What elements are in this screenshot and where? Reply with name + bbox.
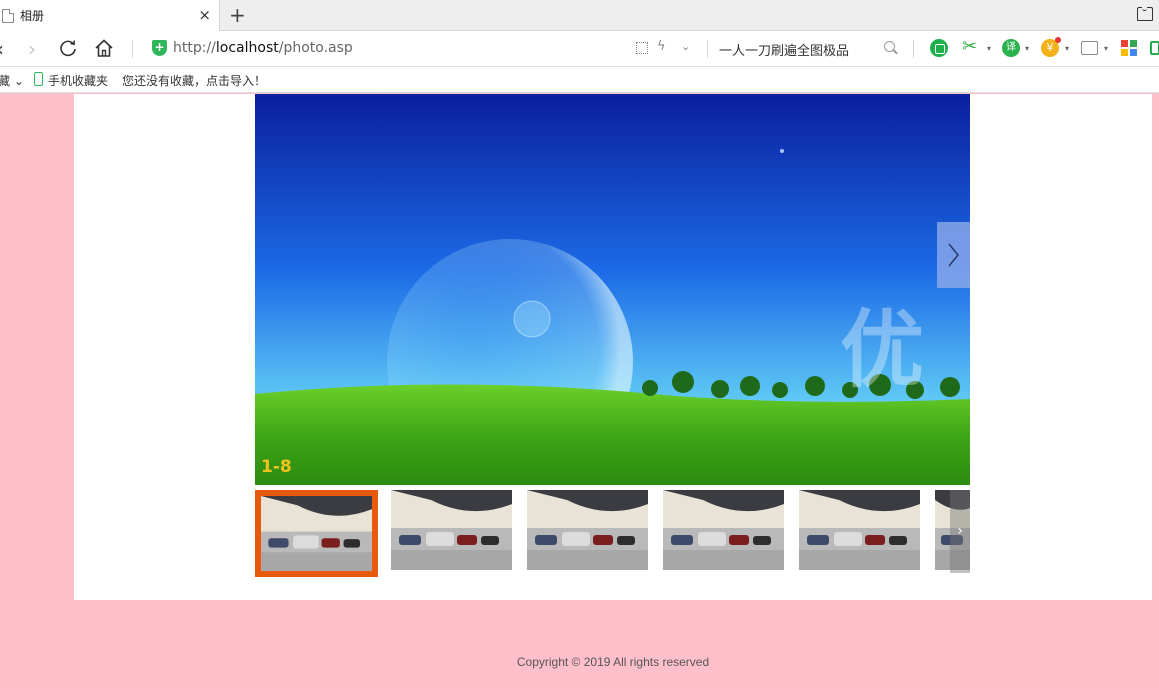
money-icon[interactable]: ¥ — [1041, 37, 1061, 57]
thumbnail-next-button[interactable]: › — [950, 490, 970, 573]
chevron-right-icon — [948, 243, 959, 267]
favorites-label: 藏 — [0, 74, 11, 88]
chat-extension-icon[interactable] — [930, 39, 948, 57]
chevron-down-icon[interactable]: ▾ — [1104, 44, 1108, 53]
next-slide-button[interactable] — [937, 222, 970, 288]
refresh-icon[interactable] — [58, 38, 78, 58]
bookmarks-bar: 藏 ⌄ 手机收藏夹 您还没有收藏，点击导入！ — [0, 67, 1159, 93]
thumbnail-1[interactable] — [255, 490, 378, 577]
chevron-down-icon[interactable]: ▾ — [987, 44, 991, 53]
forward-button[interactable]: › — [28, 37, 36, 61]
url-input[interactable]: http://localhost/photo.asp — [173, 40, 353, 56]
svg-text:优: 优 — [840, 301, 924, 399]
thumbnail-3[interactable] — [527, 490, 648, 570]
slide-counter: 1-8 — [261, 457, 292, 477]
close-icon[interactable]: × — [198, 6, 211, 24]
lightning-icon[interactable]: ϟ — [657, 39, 666, 54]
chevron-down-icon[interactable]: ▾ — [1025, 44, 1029, 53]
car-photo-thumbnail — [527, 490, 648, 570]
car-photo-thumbnail — [391, 490, 512, 570]
thumbnail-2[interactable] — [391, 490, 512, 570]
car-photo-thumbnail — [261, 496, 372, 571]
chevron-down-icon[interactable]: ▾ — [1065, 44, 1069, 53]
car-photo-thumbnail — [799, 490, 920, 570]
skin-icon[interactable] — [1137, 6, 1153, 21]
url-protocol: http:// — [173, 40, 216, 56]
battery-icon[interactable] — [1150, 41, 1159, 55]
search-input[interactable]: 一人一刀刷遍全图极品 — [719, 40, 849, 59]
tab-title: 相册 — [20, 9, 45, 23]
tab-photo[interactable]: 相册 × — [0, 0, 220, 31]
chevron-right-icon: › — [957, 523, 963, 539]
translate-icon[interactable]: 译 — [1002, 39, 1020, 57]
landscape-image: 优 — [255, 94, 970, 485]
apps-icon[interactable] — [1121, 40, 1137, 56]
phone-icon — [34, 72, 43, 86]
divider — [913, 40, 914, 58]
divider — [707, 40, 708, 58]
favorites-menu[interactable]: 藏 ⌄ — [0, 72, 24, 89]
home-icon[interactable] — [94, 38, 114, 58]
scissors-icon[interactable]: ✂ — [962, 36, 977, 57]
url-host: localhost — [215, 40, 279, 56]
thumbnail-4[interactable] — [663, 490, 784, 570]
car-photo-thumbnail — [663, 490, 784, 570]
image-icon[interactable] — [1081, 41, 1098, 55]
footer-copyright: Copyright © 2019 All rights reserved — [516, 655, 710, 669]
main-photo[interactable]: 优 — [255, 94, 970, 485]
page-icon — [2, 8, 14, 23]
mobile-favorites-link[interactable]: 手机收藏夹 — [48, 72, 108, 89]
chevron-down-icon[interactable]: ⌄ — [681, 40, 690, 53]
qr-code-icon[interactable] — [636, 42, 648, 54]
secure-shield-icon[interactable]: + — [152, 40, 167, 56]
divider — [132, 40, 133, 58]
new-tab-button[interactable]: + — [229, 3, 246, 27]
search-icon[interactable] — [884, 41, 895, 52]
thumbnail-5[interactable] — [799, 490, 920, 570]
address-bar: ‹ › + http://localhost/photo.asp ϟ ⌄ 一人一… — [0, 31, 1159, 67]
url-path: /photo.asp — [278, 40, 353, 56]
tab-bar: 相册 × + — [0, 0, 1159, 31]
import-favorites-link[interactable]: 您还没有收藏，点击导入！ — [122, 72, 266, 89]
back-button[interactable]: ‹ — [0, 37, 4, 61]
